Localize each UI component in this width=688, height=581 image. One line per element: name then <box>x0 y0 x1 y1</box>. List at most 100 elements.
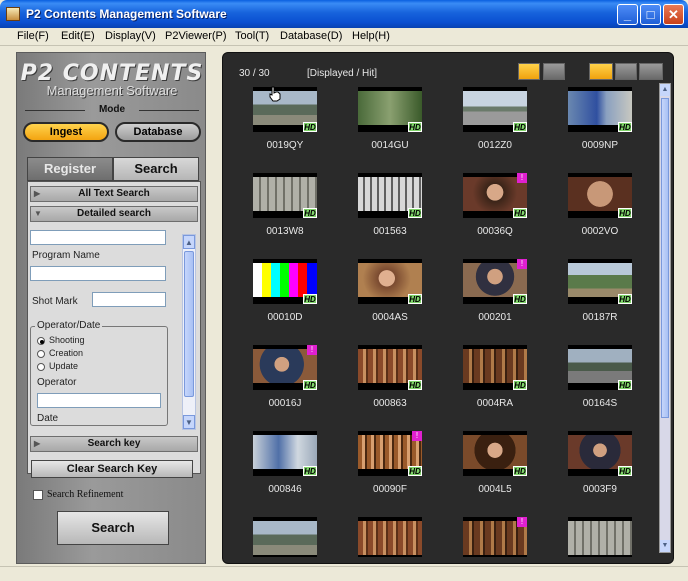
text-memo-flag-icon: ! <box>517 517 527 527</box>
scroll-down-icon[interactable]: ▼ <box>183 415 195 429</box>
clip-thumbnail[interactable]: ! HD 00090F <box>338 431 438 516</box>
clip-name: 00164S <box>582 398 618 409</box>
clip-thumbnail[interactable] <box>338 517 438 557</box>
clip-thumbnail[interactable]: HD 0003F9 <box>548 431 648 516</box>
clip-thumbnail[interactable]: HD 0019QY <box>233 87 333 172</box>
clip-thumbnail-image[interactable]: HD <box>358 173 422 218</box>
minimize-button[interactable]: _ <box>617 4 638 25</box>
clip-thumbnail[interactable]: ! <box>443 517 543 557</box>
large-thumbnail-view-icon[interactable] <box>518 63 540 80</box>
clip-thumbnail-image[interactable]: HD <box>463 431 527 476</box>
clip-thumbnail[interactable]: HD 001563 <box>338 173 438 258</box>
clip-thumbnail-image[interactable]: HD <box>253 259 317 304</box>
clip-thumbnail-image[interactable]: HD <box>568 345 632 390</box>
all-text-search-header[interactable]: ▶ All Text Search <box>30 186 198 202</box>
menu-display[interactable]: Display(V) <box>105 30 156 42</box>
clip-thumbnail-image[interactable]: ! HD <box>253 345 317 390</box>
tab-register[interactable]: Register <box>27 157 113 181</box>
clip-thumbnail-image[interactable]: HD <box>253 87 317 132</box>
database-mode-button[interactable]: Database <box>115 122 201 142</box>
clip-thumbnail[interactable]: HD 0004RA <box>443 345 543 430</box>
clip-thumbnail-image[interactable]: HD <box>463 345 527 390</box>
expand-triangle-icon: ▶ <box>34 189 41 198</box>
search-button[interactable]: Search <box>57 511 169 545</box>
thumbnail-layout-icon[interactable] <box>589 63 613 80</box>
clip-thumbnail[interactable]: HD 0004L5 <box>443 431 543 516</box>
clip-thumbnail[interactable]: ! HD 00016J <box>233 345 333 430</box>
menu-edit[interactable]: Edit(E) <box>61 30 95 42</box>
clip-thumbnail-image[interactable]: HD <box>568 87 632 132</box>
clip-thumbnail[interactable] <box>548 517 648 557</box>
clip-thumbnail-image[interactable]: ! <box>463 517 527 557</box>
clip-thumbnail-image[interactable]: HD <box>568 431 632 476</box>
scrollbar-thumb[interactable] <box>184 251 194 397</box>
scroll-up-icon[interactable]: ▲ <box>660 84 670 96</box>
clip-thumbnail-image[interactable]: HD <box>358 87 422 132</box>
clip-thumbnail[interactable]: HD 0009NP <box>548 87 648 172</box>
shot-mark-select[interactable] <box>92 292 166 307</box>
menu-p2viewer[interactable]: P2Viewer(P) <box>165 30 227 42</box>
menu-tool[interactable]: Tool(T) <box>235 30 269 42</box>
status-bar <box>0 566 688 581</box>
operator-date-group: Operator/Date Shooting Creation Update O… <box>30 320 168 426</box>
panel-tabs: Register Search <box>27 157 201 181</box>
scroll-up-icon[interactable]: ▲ <box>183 235 195 249</box>
clip-thumbnail-image[interactable]: HD <box>358 345 422 390</box>
clip-thumbnail[interactable]: HD 000846 <box>233 431 333 516</box>
search-pane-scrollbar[interactable]: ▲ ▼ <box>182 234 196 430</box>
radio-creation[interactable] <box>37 350 45 358</box>
small-thumbnail-view-icon[interactable] <box>543 63 565 80</box>
program-name-input[interactable] <box>30 266 166 281</box>
clip-thumbnail[interactable]: HD 0004AS <box>338 259 438 344</box>
clip-thumbnail-image[interactable]: ! HD <box>463 173 527 218</box>
clip-thumbnail[interactable]: ! HD 00036Q <box>443 173 543 258</box>
list-view-icon[interactable] <box>639 63 663 80</box>
clip-thumbnail-image[interactable]: HD <box>253 173 317 218</box>
clip-thumbnail[interactable]: ! HD 000201 <box>443 259 543 344</box>
results-scrollbar[interactable]: ▲ ▼ <box>659 83 671 553</box>
clip-thumbnail[interactable] <box>233 517 333 557</box>
detail-list-view-icon[interactable] <box>615 63 637 80</box>
radio-shooting-label: Shooting <box>49 335 85 345</box>
clip-thumbnail-image[interactable]: HD <box>568 173 632 218</box>
title-bar: P2 Contents Management Software _ □ ✕ <box>0 0 688 28</box>
scrollbar-thumb[interactable] <box>661 98 669 418</box>
menu-database[interactable]: Database(D) <box>280 30 342 42</box>
close-button[interactable]: ✕ <box>663 4 684 25</box>
clip-thumbnail-image[interactable]: HD <box>568 259 632 304</box>
clip-thumbnail-image[interactable]: HD <box>358 259 422 304</box>
top-search-field[interactable] <box>30 230 166 245</box>
clip-thumbnail[interactable]: HD 000863 <box>338 345 438 430</box>
clip-name: 00010D <box>267 312 303 323</box>
clip-thumbnail[interactable]: HD 0012Z0 <box>443 87 543 172</box>
clip-thumbnail-image[interactable]: ! HD <box>358 431 422 476</box>
menu-help[interactable]: Help(H) <box>352 30 390 42</box>
clip-thumbnail-image[interactable]: HD <box>463 87 527 132</box>
clip-name: 0012Z0 <box>478 140 512 151</box>
search-key-header[interactable]: ▶ Search key <box>30 436 198 452</box>
detailed-search-header[interactable]: ▼ Detailed search <box>30 206 198 222</box>
clip-frame <box>253 521 317 555</box>
operator-input[interactable] <box>37 393 161 408</box>
clip-thumbnail[interactable]: HD 00187R <box>548 259 648 344</box>
ingest-mode-button[interactable]: Ingest <box>23 122 109 142</box>
clip-name: 000846 <box>268 484 302 495</box>
clear-search-key-button[interactable]: Clear Search Key <box>31 460 193 478</box>
clip-thumbnail-image[interactable] <box>568 517 632 557</box>
clip-thumbnail[interactable]: HD 00164S <box>548 345 648 430</box>
maximize-button[interactable]: □ <box>640 4 661 25</box>
clip-thumbnail-image[interactable] <box>253 517 317 557</box>
clip-thumbnail-image[interactable] <box>358 517 422 557</box>
scroll-down-icon[interactable]: ▼ <box>660 540 670 552</box>
radio-shooting[interactable] <box>37 337 45 345</box>
radio-update[interactable] <box>37 363 45 371</box>
clip-thumbnail[interactable]: HD 0002VO <box>548 173 648 258</box>
clip-thumbnail[interactable]: HD 0014GU <box>338 87 438 172</box>
tab-search[interactable]: Search <box>113 157 199 181</box>
clip-thumbnail[interactable]: HD 0013W8 <box>233 173 333 258</box>
clip-thumbnail-image[interactable]: ! HD <box>463 259 527 304</box>
search-refinement-checkbox[interactable] <box>33 490 43 500</box>
clip-thumbnail[interactable]: HD 00010D <box>233 259 333 344</box>
clip-thumbnail-image[interactable]: HD <box>253 431 317 476</box>
menu-file[interactable]: File(F) <box>17 30 49 42</box>
